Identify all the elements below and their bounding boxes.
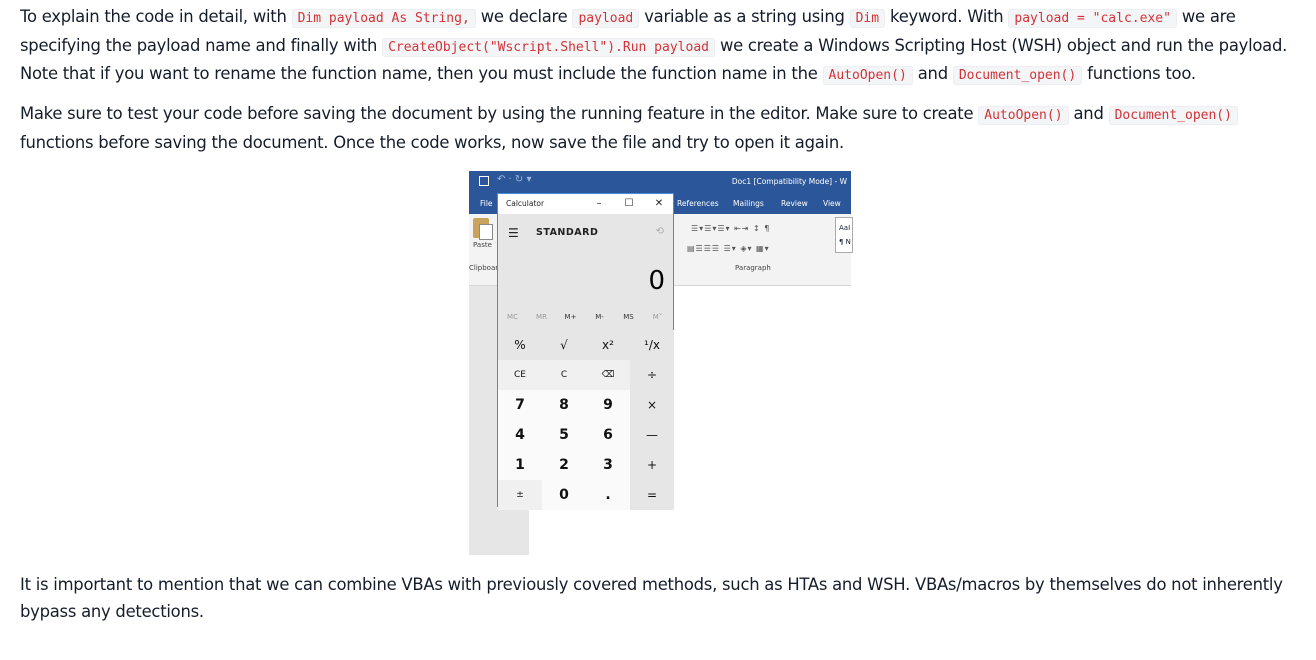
inline-code: payload <box>572 9 640 28</box>
key-multiply[interactable]: × <box>630 390 674 420</box>
text: functions too. <box>1082 64 1196 83</box>
text: To explain the code in detail, with <box>20 7 292 26</box>
memory-subtract-button[interactable]: M- <box>585 313 614 321</box>
key-clear[interactable]: C <box>542 360 586 390</box>
calculator-window: Calculator – ☐ ✕ ☰ STANDARD ⟲ 0 MC MR M+… <box>497 193 674 510</box>
memory-add-button[interactable]: M+ <box>556 313 585 321</box>
key-equals[interactable]: = <box>630 480 674 510</box>
inline-code: Document_open() <box>952 66 1083 85</box>
undo-icon: ↶ · ↻ ▾ <box>497 174 532 185</box>
tab-mailings[interactable]: Mailings <box>733 199 764 208</box>
key-percent[interactable]: % <box>498 330 542 360</box>
tab-references[interactable]: References <box>677 199 719 208</box>
key-eight[interactable]: 8 <box>542 390 586 420</box>
tab-file[interactable]: File <box>480 199 493 208</box>
memory-recall-button[interactable]: MR <box>527 313 556 321</box>
inline-code: Dim <box>849 9 886 28</box>
minimize-icon[interactable]: – <box>592 197 606 211</box>
memory-list-button[interactable]: M˅ <box>643 313 672 321</box>
inline-code: payload = "calc.exe" <box>1008 9 1177 28</box>
calculator-header: ☰ STANDARD ⟲ 0 <box>498 214 673 310</box>
key-seven[interactable]: 7 <box>498 390 542 420</box>
key-sqrt[interactable]: √ <box>542 330 586 360</box>
key-negate[interactable]: ± <box>498 480 542 510</box>
inline-code: Document_open() <box>1108 106 1238 125</box>
paragraph-1: To explain the code in detail, with Dim … <box>20 4 1300 90</box>
key-two[interactable]: 2 <box>542 450 586 480</box>
key-square[interactable]: x² <box>586 330 630 360</box>
word-title-bar: ↶ · ↻ ▾ Doc1 [Compatibility Mode] - W <box>469 171 851 193</box>
calculator-title-bar: Calculator – ☐ ✕ <box>498 194 673 214</box>
key-zero[interactable]: 0 <box>542 480 586 510</box>
document-title: Doc1 [Compatibility Mode] - W <box>731 177 847 186</box>
memory-clear-button[interactable]: MC <box>498 313 527 321</box>
text: Make sure to test your code before savin… <box>20 104 979 123</box>
paragraph-3: It is important to mention that we can c… <box>20 575 1283 621</box>
text: and <box>912 64 953 83</box>
key-divide[interactable]: ÷ <box>630 360 674 390</box>
key-four[interactable]: 4 <box>498 420 542 450</box>
tab-view[interactable]: View <box>823 199 841 208</box>
save-icon <box>479 176 489 186</box>
mode-label: STANDARD <box>536 227 599 238</box>
inline-code: Dim payload As String, <box>291 9 476 28</box>
clipboard-label: Clipboar <box>469 264 499 272</box>
history-icon[interactable]: ⟲ <box>656 226 664 237</box>
text: variable as a string using <box>639 7 850 26</box>
list-icons[interactable]: ☰▾☰▾☰▾ ⇤⇥ ↕ ¶ <box>691 224 770 233</box>
inline-code: AutoOpen() <box>978 106 1069 125</box>
window-title: Calculator <box>506 199 545 208</box>
text: functions before saving the document. On… <box>20 132 844 152</box>
paste-icon[interactable] <box>473 218 493 240</box>
text: we declare <box>475 7 573 26</box>
memory-store-button[interactable]: MS <box>614 313 643 321</box>
inline-code: CreateObject("Wscript.Shell").Run payloa… <box>382 37 715 57</box>
text: and <box>1068 104 1109 123</box>
menu-icon[interactable]: ☰ <box>508 226 519 240</box>
tab-review[interactable]: Review <box>781 199 808 208</box>
key-five[interactable]: 5 <box>542 420 586 450</box>
align-icons[interactable]: ▤☰☰☰ ☰▾ ◈▾ ▦▾ <box>687 244 770 253</box>
key-decimal[interactable]: . <box>586 480 630 510</box>
key-backspace[interactable]: ⌫ <box>586 360 630 390</box>
key-clear-entry[interactable]: CE <box>498 360 542 390</box>
style-sample: AaI <box>839 224 851 232</box>
screenshot-word-calculator: ↶ · ↻ ▾ Doc1 [Compatibility Mode] - W Fi… <box>469 171 853 555</box>
key-plus[interactable]: + <box>630 450 674 480</box>
key-minus[interactable]: — <box>630 420 674 450</box>
key-three[interactable]: 3 <box>586 450 630 480</box>
key-six[interactable]: 6 <box>586 420 630 450</box>
text: keyword. With <box>885 7 1009 26</box>
key-nine[interactable]: 9 <box>586 390 630 420</box>
style-sample: ¶ N <box>839 238 851 246</box>
memory-row: MC MR M+ M- MS M˅ <box>498 310 673 328</box>
key-reciprocal[interactable]: ¹/x <box>630 330 674 360</box>
paste-label: Paste <box>473 241 492 249</box>
paragraph-label: Paragraph <box>735 264 771 272</box>
close-icon[interactable]: ✕ <box>652 197 666 211</box>
calculator-display: 0 <box>648 266 665 296</box>
key-one[interactable]: 1 <box>498 450 542 480</box>
paragraph-2: Make sure to test your code before savin… <box>20 101 1300 156</box>
style-gallery[interactable]: AaI ¶ N <box>835 217 853 253</box>
inline-code: AutoOpen() <box>822 66 913 85</box>
maximize-icon[interactable]: ☐ <box>622 197 636 211</box>
